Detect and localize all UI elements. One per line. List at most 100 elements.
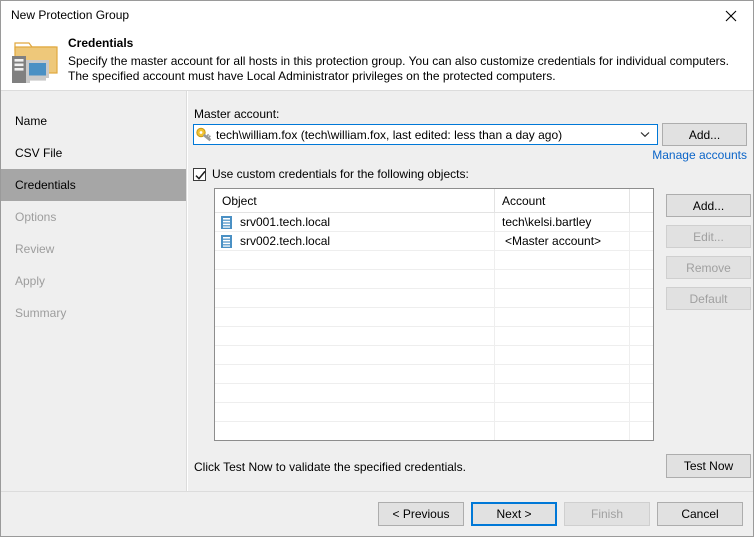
cell-object xyxy=(215,365,495,383)
sidebar-item-options[interactable]: Options xyxy=(1,201,186,233)
cell-account xyxy=(495,403,630,421)
use-custom-credentials-checkbox[interactable]: Use custom credentials for the following… xyxy=(193,167,469,181)
cell-account xyxy=(495,365,630,383)
cell-extra xyxy=(630,232,653,250)
cell-extra xyxy=(630,308,653,326)
cell-extra xyxy=(630,403,653,421)
grid-column-object[interactable]: Object xyxy=(215,189,495,212)
cell-object xyxy=(215,289,495,307)
window-title: New Protection Group xyxy=(11,8,130,22)
finish-button[interactable]: Finish xyxy=(564,502,650,526)
table-row-empty[interactable] xyxy=(215,422,653,440)
cell-account xyxy=(495,422,630,440)
sidebar-item-label: Summary xyxy=(15,306,67,320)
cell-object xyxy=(215,422,495,440)
cell-object xyxy=(215,270,495,288)
sidebar-item-label: Review xyxy=(15,242,55,256)
cell-extra xyxy=(630,346,653,364)
grid-header-row: Object Account xyxy=(215,189,653,213)
cell-account xyxy=(495,327,630,345)
table-row-empty[interactable] xyxy=(215,327,653,346)
grid-column-extra[interactable] xyxy=(630,189,653,212)
cell-extra xyxy=(630,270,653,288)
sidebar-item-credentials[interactable]: Credentials xyxy=(1,169,186,201)
cell-account xyxy=(495,289,630,307)
page-description: Specify the master account for all hosts… xyxy=(68,54,730,83)
cell-object xyxy=(215,308,495,326)
table-row-empty[interactable] xyxy=(215,365,653,384)
next-button[interactable]: Next > xyxy=(471,502,557,526)
cell-extra xyxy=(630,422,653,440)
test-now-hint: Click Test Now to validate the specified… xyxy=(194,460,466,474)
sidebar-item-label: Options xyxy=(15,210,57,224)
cell-extra xyxy=(630,365,653,383)
cell-extra xyxy=(630,213,653,231)
previous-button[interactable]: < Previous xyxy=(378,502,464,526)
sidebar-item-summary[interactable]: Summary xyxy=(1,297,186,329)
cell-object: srv001.tech.local xyxy=(215,213,495,231)
object-name: srv002.tech.local xyxy=(240,234,331,248)
cell-account xyxy=(495,270,630,288)
title-bar: New Protection Group xyxy=(1,1,753,31)
sidebar-item-apply[interactable]: Apply xyxy=(1,265,186,297)
master-account-combobox[interactable]: tech\william.fox (tech\william.fox, last… xyxy=(193,124,658,145)
checkmark-icon xyxy=(195,170,206,180)
key-icon xyxy=(196,127,214,143)
sidebar-item-label: Apply xyxy=(15,274,46,288)
master-account-label: Master account: xyxy=(194,107,280,121)
sidebar-item-label: Name xyxy=(15,114,48,128)
grid-column-account[interactable]: Account xyxy=(495,189,630,212)
cell-account xyxy=(495,308,630,326)
cell-account xyxy=(495,251,630,269)
cell-extra xyxy=(630,327,653,345)
table-row[interactable]: srv001.tech.local tech\kelsi.bartley xyxy=(215,213,653,232)
table-row-empty[interactable] xyxy=(215,308,653,327)
sidebar-item-name[interactable]: Name xyxy=(1,105,186,137)
cell-extra xyxy=(630,384,653,402)
server-icon xyxy=(221,215,232,229)
custom-credentials-grid[interactable]: Object Account srv001.tech.local tech\ke… xyxy=(214,188,654,441)
sidebar-item-label: Credentials xyxy=(15,178,76,192)
wizard-step-sidebar: Name CSV File Credentials Options Review… xyxy=(1,91,187,491)
cell-account: <Master account> xyxy=(495,232,630,250)
test-now-button[interactable]: Test Now xyxy=(666,454,751,478)
cell-object xyxy=(215,384,495,402)
dialog-header: Credentials Specify the master account f… xyxy=(1,31,753,90)
protection-group-folder-server-icon xyxy=(10,34,62,86)
close-button[interactable] xyxy=(708,1,753,30)
table-row[interactable]: srv002.tech.local <Master account> xyxy=(215,232,653,251)
table-row-empty[interactable] xyxy=(215,403,653,422)
table-row-empty[interactable] xyxy=(215,346,653,365)
table-row-empty[interactable] xyxy=(215,270,653,289)
use-custom-credentials-label: Use custom credentials for the following… xyxy=(212,167,469,181)
cell-object xyxy=(215,403,495,421)
sidebar-item-csv-file[interactable]: CSV File xyxy=(1,137,186,169)
cell-object xyxy=(215,346,495,364)
server-icon xyxy=(221,234,232,248)
add-master-account-button[interactable]: Add... xyxy=(662,123,747,146)
new-protection-group-dialog: New Protection Group Credentials Specify… xyxy=(0,0,754,537)
cell-object: srv002.tech.local xyxy=(215,232,495,250)
sidebar-item-label: CSV File xyxy=(15,146,63,160)
credentials-panel: Master account: tech\william.fox (tech\w… xyxy=(188,91,753,491)
add-credentials-button[interactable]: Add... xyxy=(666,194,751,217)
cell-object xyxy=(215,251,495,269)
checkbox-box xyxy=(193,167,206,181)
default-credentials-button[interactable]: Default xyxy=(666,287,751,310)
chevron-down-icon[interactable] xyxy=(637,125,653,144)
close-icon xyxy=(725,10,737,22)
object-name: srv001.tech.local xyxy=(240,215,331,229)
edit-credentials-button[interactable]: Edit... xyxy=(666,225,751,248)
sidebar-item-review[interactable]: Review xyxy=(1,233,186,265)
cell-account: tech\kelsi.bartley xyxy=(495,213,630,231)
dialog-footer: < Previous Next > Finish Cancel xyxy=(1,492,753,536)
cancel-button[interactable]: Cancel xyxy=(657,502,743,526)
cell-object xyxy=(215,327,495,345)
cell-extra xyxy=(630,251,653,269)
cell-account xyxy=(495,384,630,402)
table-row-empty[interactable] xyxy=(215,384,653,403)
table-row-empty[interactable] xyxy=(215,251,653,270)
table-row-empty[interactable] xyxy=(215,289,653,308)
remove-credentials-button[interactable]: Remove xyxy=(666,256,751,279)
manage-accounts-link[interactable]: Manage accounts xyxy=(551,148,747,162)
